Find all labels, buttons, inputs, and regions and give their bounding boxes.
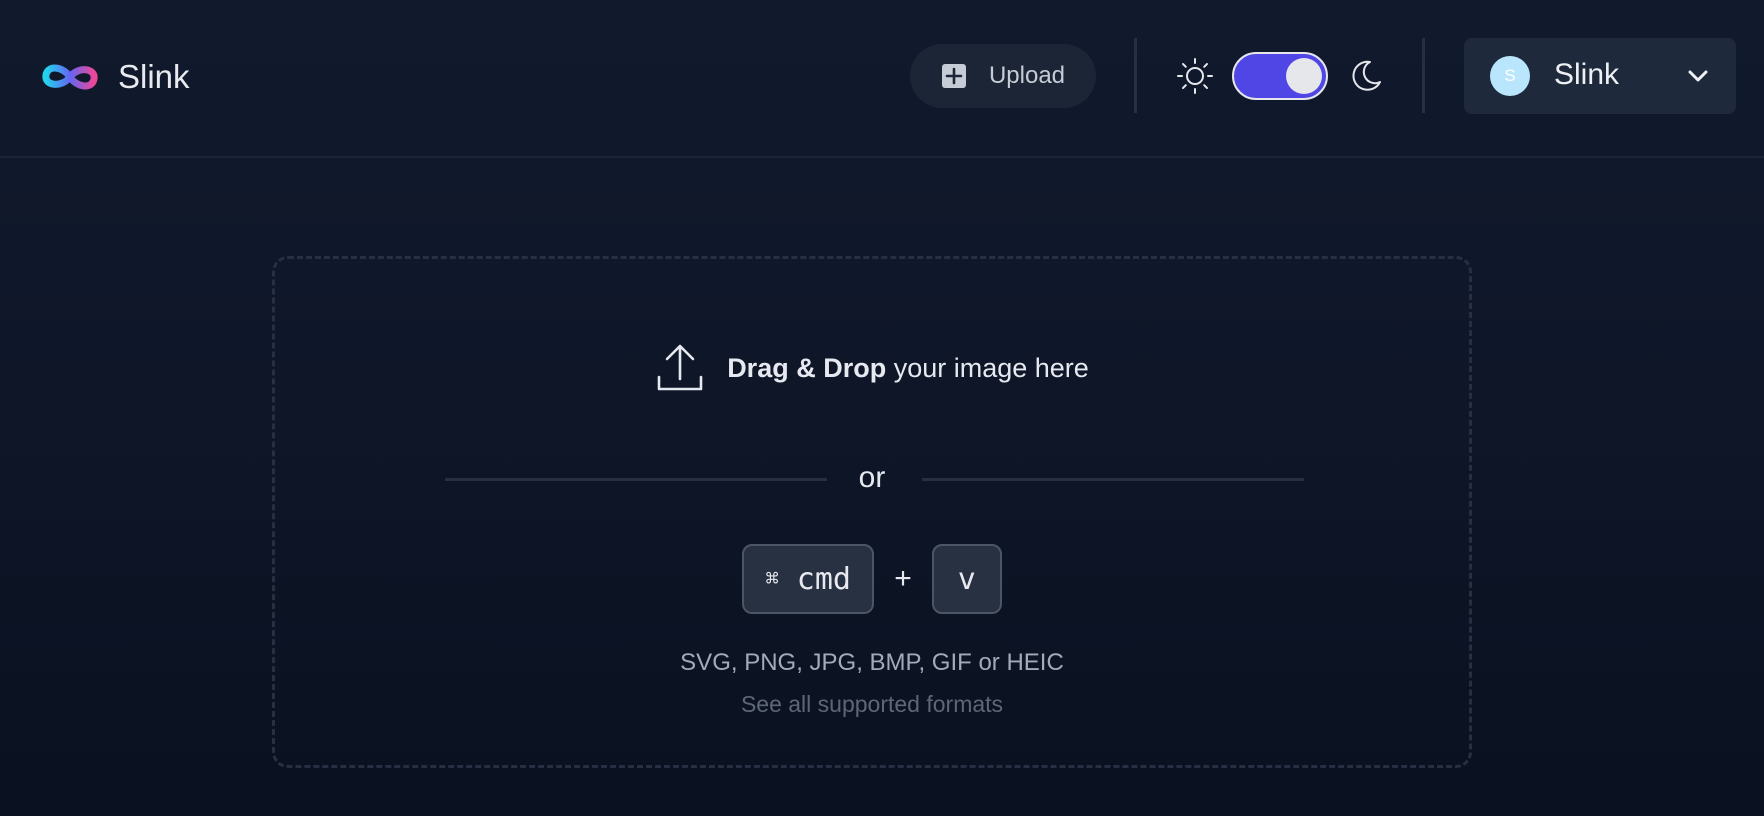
account-menu-button[interactable]: S Slink (1464, 38, 1736, 114)
drag-drop-bold: Drag & Drop (727, 352, 887, 383)
plus-sign: + (894, 562, 912, 595)
account-name: Slink (1554, 58, 1620, 91)
image-dropzone[interactable]: Drag & Drop your image here or ⌘ cmd + v… (272, 256, 1472, 768)
cmd-label: cmd (796, 561, 851, 597)
upload-icon (657, 344, 703, 391)
upload-button[interactable]: Upload (910, 44, 1096, 108)
avatar: S (1490, 56, 1530, 96)
infinity-logo-icon (42, 64, 98, 90)
or-divider-right (922, 478, 1304, 481)
theme-toggle-knob (1286, 58, 1322, 94)
paste-shortcut: ⌘ cmd + v (275, 544, 1469, 614)
plus-square-icon (941, 64, 966, 88)
chevron-down-icon (1688, 70, 1708, 82)
app-header: Slink Upload S Slink (0, 0, 1764, 158)
header-divider (1134, 38, 1137, 113)
app-name: Slink (118, 58, 190, 95)
v-label: v (957, 561, 976, 597)
sun-icon (1177, 58, 1213, 94)
drag-drop-rest: your image here (886, 352, 1089, 383)
theme-toggle[interactable] (1232, 52, 1328, 100)
app-logo[interactable]: Slink (40, 54, 190, 100)
cmd-glyph: ⌘ (765, 566, 779, 592)
see-all-formats-link[interactable]: See all supported formats (275, 691, 1469, 718)
drag-drop-text: Drag & Drop your image here (727, 353, 1089, 384)
header-divider (1422, 38, 1425, 113)
v-key: v (931, 544, 1002, 614)
supported-formats-text: SVG, PNG, JPG, BMP, GIF or HEIC (680, 649, 1064, 676)
upload-button-label: Upload (988, 62, 1066, 89)
cmd-key: ⌘ cmd (742, 544, 875, 614)
moon-icon (1352, 60, 1381, 91)
drag-drop-prompt: Drag & Drop your image here (275, 343, 1469, 393)
